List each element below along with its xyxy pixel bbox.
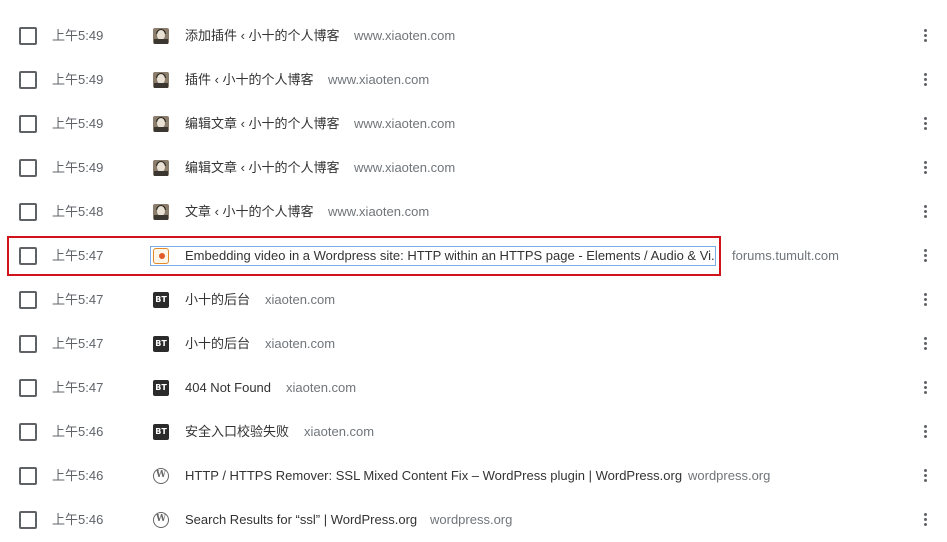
page-title-link[interactable]: 编辑文章 ‹ 小十的个人博客 bbox=[185, 159, 340, 177]
row-checkbox[interactable] bbox=[19, 423, 37, 441]
page-domain[interactable]: www.xiaoten.com bbox=[354, 115, 455, 133]
bt-panel-icon: BT bbox=[153, 424, 169, 440]
bt-panel-icon: BT bbox=[153, 380, 169, 396]
row-checkbox[interactable] bbox=[19, 71, 37, 89]
history-row[interactable]: 上午5:47 BT 404 Not Found xiaoten.com bbox=[0, 366, 947, 410]
page-domain[interactable]: wordpress.org bbox=[430, 511, 512, 529]
history-row[interactable]: 上午5:49 编辑文章 ‹ 小十的个人博客 www.xiaoten.com bbox=[0, 146, 947, 190]
page-domain[interactable]: www.xiaoten.com bbox=[354, 27, 455, 45]
page-title-link[interactable]: 小十的后台 bbox=[185, 335, 250, 353]
row-checkbox[interactable] bbox=[19, 203, 37, 221]
visit-time: 上午5:49 bbox=[52, 72, 104, 87]
visit-time: 上午5:48 bbox=[52, 204, 104, 219]
visit-time: 上午5:47 bbox=[52, 292, 104, 307]
visit-time: 上午5:46 bbox=[52, 468, 104, 483]
row-checkbox[interactable] bbox=[19, 159, 37, 177]
page-title-link[interactable]: HTTP / HTTPS Remover: SSL Mixed Content … bbox=[185, 467, 682, 485]
more-actions-icon[interactable] bbox=[919, 70, 933, 90]
row-checkbox[interactable] bbox=[19, 511, 37, 529]
history-row[interactable]: 上午5:47 BT 小十的后台 xiaoten.com bbox=[0, 278, 947, 322]
visit-time: 上午5:46 bbox=[52, 424, 104, 439]
avatar-photo-icon bbox=[153, 160, 169, 176]
avatar-photo-icon bbox=[153, 72, 169, 88]
visit-time: 上午5:46 bbox=[52, 512, 104, 527]
page-domain[interactable]: wordpress.org bbox=[688, 467, 770, 485]
more-actions-icon[interactable] bbox=[919, 378, 933, 398]
wordpress-icon: W bbox=[153, 468, 169, 484]
row-checkbox[interactable] bbox=[19, 379, 37, 397]
row-checkbox[interactable] bbox=[19, 115, 37, 133]
row-checkbox[interactable] bbox=[19, 467, 37, 485]
page-domain[interactable]: xiaoten.com bbox=[265, 335, 335, 353]
page-domain[interactable]: xiaoten.com bbox=[286, 379, 356, 397]
page-domain[interactable]: xiaoten.com bbox=[304, 423, 374, 441]
page-domain[interactable]: www.xiaoten.com bbox=[328, 203, 429, 221]
more-actions-icon[interactable] bbox=[919, 290, 933, 310]
history-row[interactable]: 上午5:49 插件 ‹ 小十的个人博客 www.xiaoten.com bbox=[0, 58, 947, 102]
wordpress-icon: W bbox=[153, 512, 169, 528]
bt-panel-icon: BT bbox=[153, 336, 169, 352]
avatar-photo-icon bbox=[153, 28, 169, 44]
page-domain[interactable]: www.xiaoten.com bbox=[328, 71, 429, 89]
history-row[interactable]: 上午5:49 编辑文章 ‹ 小十的个人博客 www.xiaoten.com bbox=[0, 102, 947, 146]
page-domain[interactable]: www.xiaoten.com bbox=[354, 159, 455, 177]
page-title-link[interactable]: 安全入口校验失败 bbox=[185, 423, 289, 441]
visit-time: 上午5:47 bbox=[52, 248, 104, 263]
row-checkbox[interactable] bbox=[19, 291, 37, 309]
more-actions-icon[interactable] bbox=[919, 114, 933, 134]
more-actions-icon[interactable] bbox=[919, 334, 933, 354]
history-row[interactable]: 上午5:46 W Search Results for “ssl” | Word… bbox=[0, 498, 947, 542]
avatar-photo-icon bbox=[153, 204, 169, 220]
more-actions-icon[interactable] bbox=[919, 202, 933, 222]
history-row[interactable]: 上午5:48 文章 ‹ 小十的个人博客 www.xiaoten.com bbox=[0, 190, 947, 234]
page-domain[interactable]: xiaoten.com bbox=[265, 291, 335, 309]
more-actions-icon[interactable] bbox=[919, 26, 933, 46]
visit-time: 上午5:49 bbox=[52, 116, 104, 131]
history-row-selected[interactable]: 上午5:47 Embedding video in a Wordpress si… bbox=[0, 234, 947, 278]
page-title-link[interactable]: 添加插件 ‹ 小十的个人博客 bbox=[185, 27, 340, 45]
page-title-link[interactable]: 插件 ‹ 小十的个人博客 bbox=[185, 71, 314, 89]
visit-time: 上午5:49 bbox=[52, 28, 104, 43]
history-row[interactable]: 上午5:49 添加插件 ‹ 小十的个人博客 www.xiaoten.com bbox=[0, 14, 947, 58]
more-actions-icon[interactable] bbox=[919, 466, 933, 486]
page-title-link[interactable]: 404 Not Found bbox=[185, 379, 271, 397]
bt-panel-icon: BT bbox=[153, 292, 169, 308]
row-checkbox[interactable] bbox=[19, 247, 37, 265]
row-checkbox[interactable] bbox=[19, 335, 37, 353]
history-row[interactable]: 上午5:47 BT 小十的后台 xiaoten.com bbox=[0, 322, 947, 366]
visit-time: 上午5:47 bbox=[52, 336, 104, 351]
visit-time: 上午5:49 bbox=[52, 160, 104, 175]
more-actions-icon[interactable] bbox=[919, 158, 933, 178]
row-checkbox[interactable] bbox=[19, 27, 37, 45]
page-title-link[interactable]: 文章 ‹ 小十的个人博客 bbox=[185, 203, 314, 221]
visit-time: 上午5:47 bbox=[52, 380, 104, 395]
page-title-link[interactable]: 小十的后台 bbox=[185, 291, 250, 309]
history-row[interactable]: 上午5:46 W HTTP / HTTPS Remover: SSL Mixed… bbox=[0, 454, 947, 498]
tumult-icon bbox=[153, 248, 169, 264]
history-row[interactable]: 上午5:46 BT 安全入口校验失败 xiaoten.com bbox=[0, 410, 947, 454]
page-title-link[interactable]: Search Results for “ssl” | WordPress.org bbox=[185, 511, 417, 529]
more-actions-icon[interactable] bbox=[919, 510, 933, 530]
avatar-photo-icon bbox=[153, 116, 169, 132]
page-title-link[interactable]: 编辑文章 ‹ 小十的个人博客 bbox=[185, 115, 340, 133]
more-actions-icon[interactable] bbox=[919, 246, 933, 266]
more-actions-icon[interactable] bbox=[919, 422, 933, 442]
page-domain[interactable]: forums.tumult.com bbox=[732, 247, 839, 265]
page-title-link[interactable]: Embedding video in a Wordpress site: HTT… bbox=[185, 247, 715, 265]
